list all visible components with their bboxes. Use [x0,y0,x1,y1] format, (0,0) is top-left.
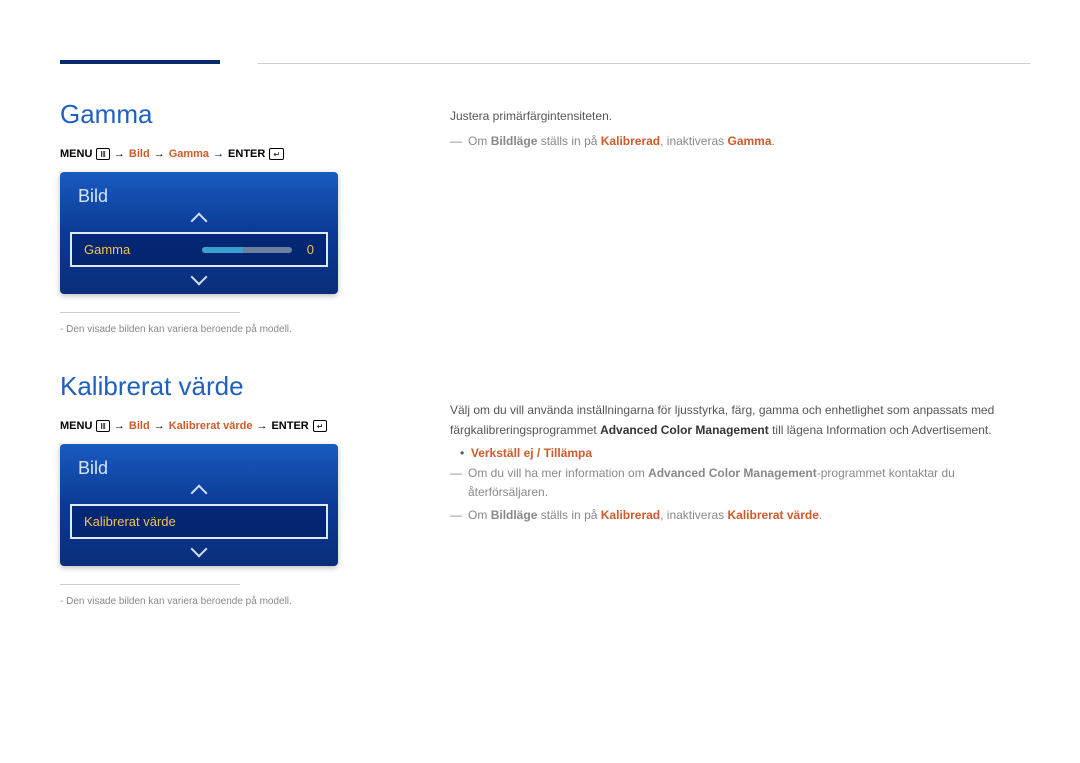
footnote-divider [60,584,240,585]
note3-kalibrerad: Kalibrerad [601,508,660,522]
right-column: Justera primärfärgintensiteten. ― Om Bil… [450,99,1030,643]
breadcrumb-bild: Bild [129,148,150,160]
breadcrumb-arrow: → [256,420,267,432]
menu-icon: Ⅲ [96,420,110,432]
section-title-gamma: Gamma [60,99,360,130]
p1-b: till lägena Information och Advertisemen… [769,423,992,437]
kalibrerat-note-disable: ― Om Bildläge ställs in på Kalibrerad, i… [450,506,1030,525]
menu-header: Bild [60,172,338,213]
gamma-intro: Justera primärfärgintensiteten. [450,107,1030,126]
breadcrumb-bild: Bild [129,420,150,432]
footnote-divider [60,312,240,313]
breadcrumb-kv-item: Kalibrerat värde [169,420,253,432]
note-text: ställs in på [541,134,598,148]
chevron-up-icon [191,485,208,502]
footnote-gamma: - Den visade bilden kan variera beroende… [60,323,360,337]
footnote-text: Den visade bilden kan variera beroende p… [66,324,292,335]
header-accent-bar [60,60,220,64]
breadcrumb-kalibrerat: MENU Ⅲ → Bild → Kalibrerat värde → ENTER… [60,420,360,432]
menu-panel-gamma: Bild Gamma 0 [60,172,338,294]
nav-down[interactable] [60,541,338,566]
note-text: . [772,134,775,148]
nav-up[interactable] [60,213,338,232]
breadcrumb-enter: ENTER [271,420,308,432]
breadcrumb-gamma-item: Gamma [169,148,209,160]
options-bullet: • Verkställ ej / Tillämpa [460,446,1030,460]
note2-acm: Advanced Color Management [648,466,817,480]
kalibrerat-paragraph: Välj om du vill använda inställningarna … [450,401,1030,439]
dash-icon: ― [450,464,462,502]
breadcrumb-enter: ENTER [228,148,265,160]
menu-item-kalibrerat[interactable]: Kalibrerat värde [70,504,328,539]
dash-icon: ― [450,132,462,151]
footnote-kalibrerat: - Den visade bilden kan variera beroende… [60,595,360,609]
kalibrerat-note-info: ― Om du vill ha mer information om Advan… [450,464,1030,502]
header-divider [258,63,1030,64]
dash-icon: ― [450,506,462,525]
section-gamma: Gamma MENU Ⅲ → Bild → Gamma → ENTER ↵ Bi… [60,99,360,337]
gamma-note: ― Om Bildläge ställs in på Kalibrerad, i… [450,132,1030,151]
p1-acm: Advanced Color Management [600,423,769,437]
footnote-text: Den visade bilden kan variera beroende p… [66,596,292,607]
menu-item-label: Gamma [84,242,130,257]
enter-icon: ↵ [269,148,284,160]
chevron-down-icon [191,541,208,558]
chevron-down-icon [191,269,208,286]
menu-panel-kalibrerat: Bild Kalibrerat värde [60,444,338,566]
page-columns: Gamma MENU Ⅲ → Bild → Gamma → ENTER ↵ Bi… [60,99,1030,643]
gamma-slider[interactable] [202,247,292,253]
menu-item-value-zone: 0 [202,242,314,257]
gamma-body: Justera primärfärgintensiteten. ― Om Bil… [450,107,1030,151]
note3-text: ställs in på [541,508,598,522]
note3-text: , inaktiveras [660,508,724,522]
note-gamma: Gamma [728,134,772,148]
menu-icon: Ⅲ [96,148,110,160]
section-title-kalibrerat: Kalibrerat värde [60,371,360,402]
note3-bildlage: Bildläge [491,508,538,522]
note3-kv: Kalibrerat värde [728,508,819,522]
note-text: , inaktiveras [660,134,724,148]
menu-header: Bild [60,444,338,485]
note2-a: Om du vill ha mer information om [468,466,648,480]
breadcrumb-arrow: → [154,148,165,160]
gamma-value: 0 [300,242,314,257]
chevron-up-icon [191,213,208,230]
breadcrumb-arrow: → [114,420,125,432]
breadcrumb-arrow: → [154,420,165,432]
note-text: Om [468,134,487,148]
section-kalibrerat: Kalibrerat värde MENU Ⅲ → Bild → Kalibre… [60,371,360,609]
menu-item-label: Kalibrerat värde [84,514,176,529]
note3-text: Om [468,508,487,522]
nav-up[interactable] [60,485,338,504]
gamma-note-text: Om Bildläge ställs in på Kalibrerad, ina… [468,132,775,151]
note-disable-text: Om Bildläge ställs in på Kalibrerad, ina… [468,506,822,525]
breadcrumb-menu: MENU [60,420,92,432]
options-text: Verkställ ej / Tillämpa [471,446,592,460]
breadcrumb-arrow: → [213,148,224,160]
enter-icon: ↵ [313,420,328,432]
breadcrumb-gamma: MENU Ⅲ → Bild → Gamma → ENTER ↵ [60,148,360,160]
nav-down[interactable] [60,269,338,294]
note-info-text: Om du vill ha mer information om Advance… [468,464,1030,502]
breadcrumb-arrow: → [114,148,125,160]
left-column: Gamma MENU Ⅲ → Bild → Gamma → ENTER ↵ Bi… [60,99,360,643]
breadcrumb-menu: MENU [60,148,92,160]
note3-text: . [819,508,822,522]
kalibrerat-body: Välj om du vill använda inställningarna … [450,401,1030,525]
note-kalibrerad: Kalibrerad [601,134,660,148]
note-bildlage: Bildläge [491,134,538,148]
slider-fill [202,247,243,253]
menu-item-gamma[interactable]: Gamma 0 [70,232,328,267]
